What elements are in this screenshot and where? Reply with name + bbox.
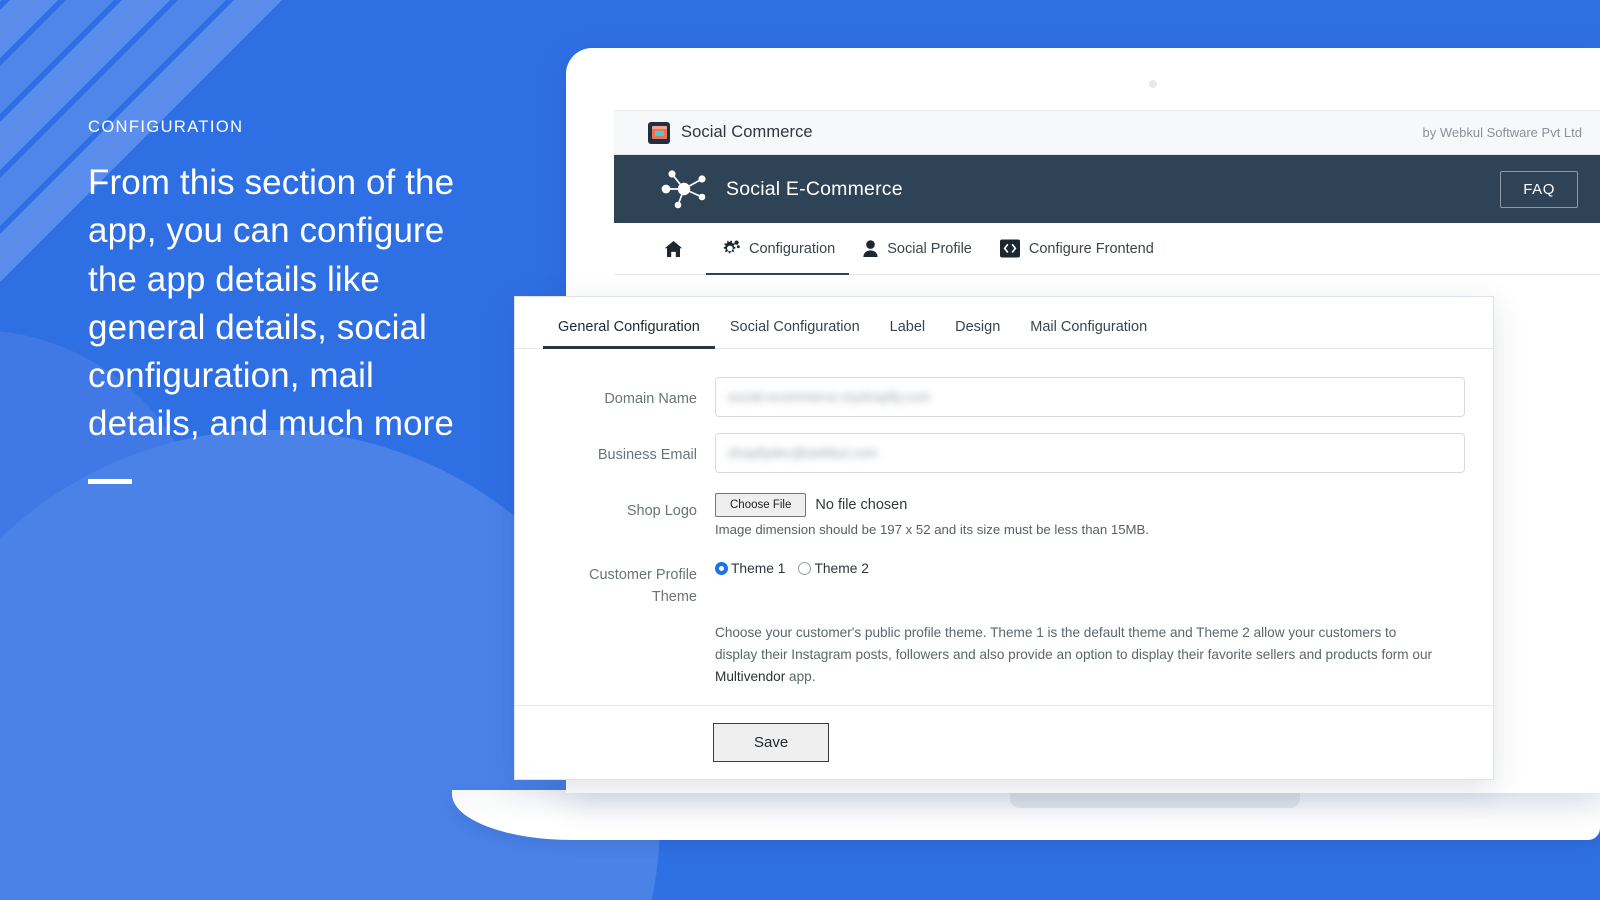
nav-item-configuration[interactable]: Configuration [706,223,850,275]
nav-item-label: Configure Frontend [1028,240,1154,257]
radio-unselected-icon[interactable] [798,562,812,575]
faq-button[interactable]: FAQ [1500,170,1578,208]
theme-description-before: Choose your customer's public profile th… [715,625,1433,663]
tab-social-configuration[interactable]: Social Configuration [715,319,875,348]
app-title: Social Commerce [681,123,813,141]
radio-selected-icon[interactable] [715,562,728,575]
promo-headline: From this section of the app, you can co… [88,163,455,444]
shop-logo-label: Shop Logo [626,503,697,519]
app-header-title: Social E-Commerce [726,177,903,200]
shop-logo-hint: Image dimension should be 197 x 52 and i… [715,522,1149,537]
app-header: Social E-Commerce FAQ [614,155,1600,223]
tab-mail-configuration[interactable]: Mail Configuration [1015,319,1162,348]
gears-icon [720,240,740,258]
laptop-camera-icon [1149,80,1157,88]
configuration-card: General Configuration Social Configurati… [514,296,1494,780]
theme-description: Choose your customer's public profile th… [715,622,1435,688]
nav-item-social-profile[interactable]: Social Profile [849,223,986,274]
tab-label[interactable]: Label [875,319,940,348]
network-nodes-icon [658,164,710,215]
form-row-domain-name: Domain Name social-ecommerce.myshopify.c… [543,377,1465,417]
business-email-input[interactable] [715,433,1465,473]
form-row-shop-logo: Shop Logo Choose File No file chosen Ima… [543,489,1465,537]
app-topbar: Social Commerce by Webkul Software Pvt L… [614,110,1600,155]
form-row-customer-profile-theme: Customer Profile Theme Theme 1 Theme 2 C… [543,553,1465,688]
tab-design[interactable]: Design [940,319,1015,348]
business-email-label: Business Email [597,447,697,463]
form-row-business-email: Business Email shopifydev@webkul.com [543,433,1465,473]
theme-2-radio-option[interactable]: Theme 2 [798,561,869,576]
nav-item-label: Social Profile [887,240,972,257]
multivendor-link[interactable]: Multivendor [715,669,785,684]
domain-name-label: Domain Name [604,391,697,407]
theme-2-label: Theme 2 [814,561,869,576]
laptop-base-notch [1010,792,1300,808]
promo-eyebrow: CONFIGURATION [88,118,244,136]
promo-stage: CONFIGURATION From this section of the a… [0,0,1600,900]
app-nav: Configuration Social Profile Configure F… [614,223,1600,275]
no-file-chosen-text: No file chosen [815,497,908,513]
theme-1-label: Theme 1 [731,561,786,576]
theme-label-line1: Customer Profile [589,567,697,583]
choose-file-button[interactable]: Choose File [715,493,807,517]
promo-copy: CONFIGURATION From this section of the a… [88,118,488,484]
user-icon [863,239,878,258]
customer-profile-theme-label: Customer Profile Theme [543,553,715,688]
nav-item-home[interactable] [650,223,706,274]
theme-1-radio-option[interactable]: Theme 1 [715,561,785,576]
save-button[interactable]: Save [713,723,830,762]
card-tabs: General Configuration Social Configurati… [515,297,1493,349]
promo-divider-rule [88,478,132,484]
nav-item-label: Configuration [749,240,836,257]
tab-general-configuration[interactable]: General Configuration [543,319,715,349]
domain-name-input[interactable] [715,377,1465,417]
social-commerce-app-icon [648,121,670,144]
app-vendor-credit: by Webkul Software Pvt Ltd [1422,125,1582,140]
theme-description-after: app. [785,669,816,685]
theme-radio-group: Theme 1 Theme 2 [715,553,1465,576]
home-icon [664,240,683,258]
card-footer: Save [515,705,1493,779]
code-icon [999,239,1020,258]
nav-item-configure-frontend[interactable]: Configure Frontend [986,223,1168,274]
theme-label-line2: Theme [651,588,697,605]
card-body: Domain Name social-ecommerce.myshopify.c… [515,349,1493,688]
